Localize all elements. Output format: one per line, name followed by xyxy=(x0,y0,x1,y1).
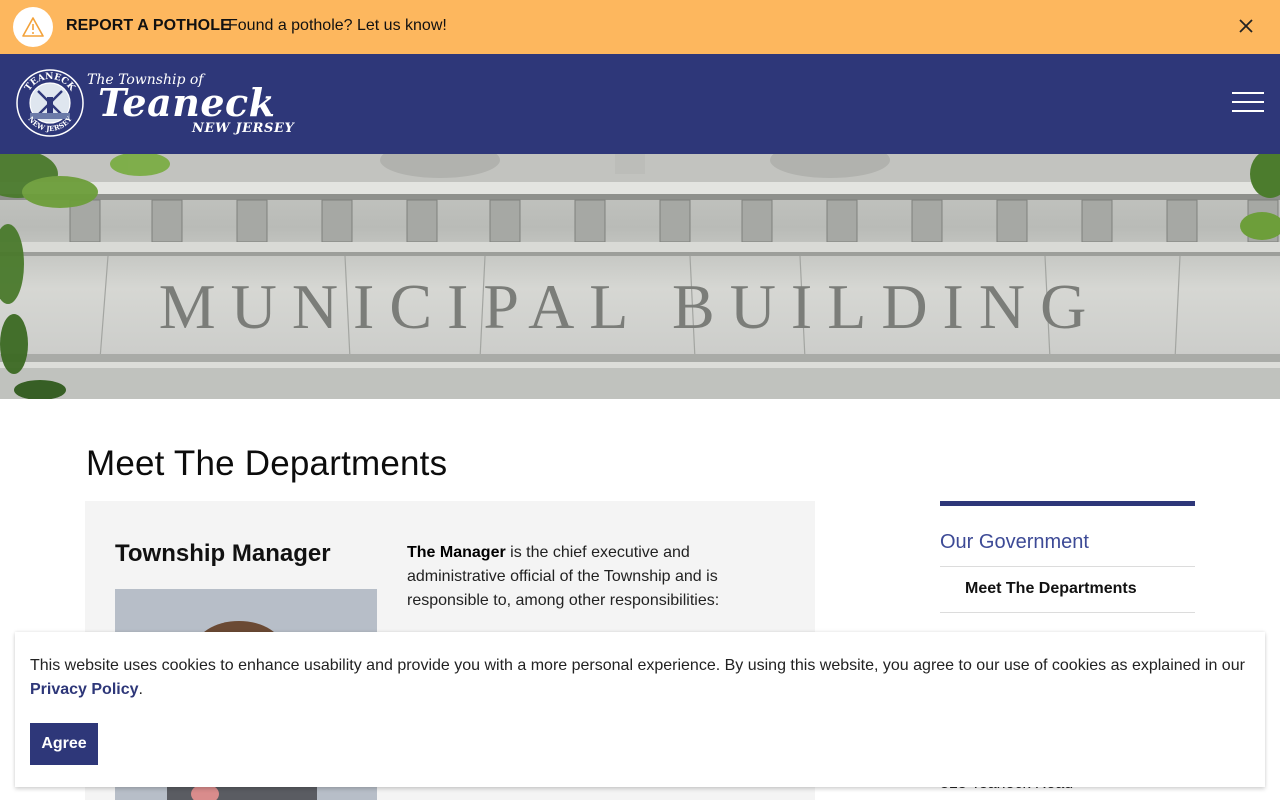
department-description-bold: The Manager xyxy=(407,544,506,561)
hamburger-menu-icon[interactable] xyxy=(1232,92,1266,116)
sidebar-heading-our-government[interactable]: Our Government xyxy=(940,531,1195,567)
cookie-message-text: This website uses cookies to enhance usa… xyxy=(30,657,1245,674)
close-icon[interactable] xyxy=(1234,14,1258,38)
township-seal-logo[interactable]: TEANECK NEW JERSEY xyxy=(16,69,84,137)
cookie-message-end: . xyxy=(138,681,143,698)
alert-message[interactable]: Found a pothole? Let us know! xyxy=(228,17,447,35)
privacy-policy-link[interactable]: Privacy Policy xyxy=(30,681,139,698)
svg-text:MUNICIPAL BUILDING: MUNICIPAL BUILDING xyxy=(159,271,1102,342)
cookie-message: This website uses cookies to enhance usa… xyxy=(30,654,1255,702)
alert-bar: REPORT A POTHOLE Found a pothole? Let us… xyxy=(0,0,1280,54)
logo-wordmark[interactable]: Teaneck xyxy=(98,80,276,125)
sidebar: Our Government Meet The Departments xyxy=(940,501,1195,613)
hero-image: MUNICIPAL BUILDING xyxy=(0,154,1280,399)
agree-button[interactable]: Agree xyxy=(30,723,98,765)
site-header: TEANECK NEW JERSEY The Township of Teane… xyxy=(0,54,1280,154)
sidebar-item-meet-the-departments[interactable]: Meet The Departments xyxy=(940,567,1195,613)
page-title: Meet The Departments xyxy=(86,444,448,483)
warning-icon xyxy=(13,7,53,47)
cookie-banner: This website uses cookies to enhance usa… xyxy=(15,632,1265,787)
department-name: Township Manager xyxy=(115,540,331,567)
department-description: The Manager is the chief executive and a… xyxy=(407,541,747,613)
sidebar-accent-bar xyxy=(940,501,1195,506)
alert-title[interactable]: REPORT A POTHOLE xyxy=(66,17,231,35)
logo-state[interactable]: NEW JERSEY xyxy=(192,121,294,136)
